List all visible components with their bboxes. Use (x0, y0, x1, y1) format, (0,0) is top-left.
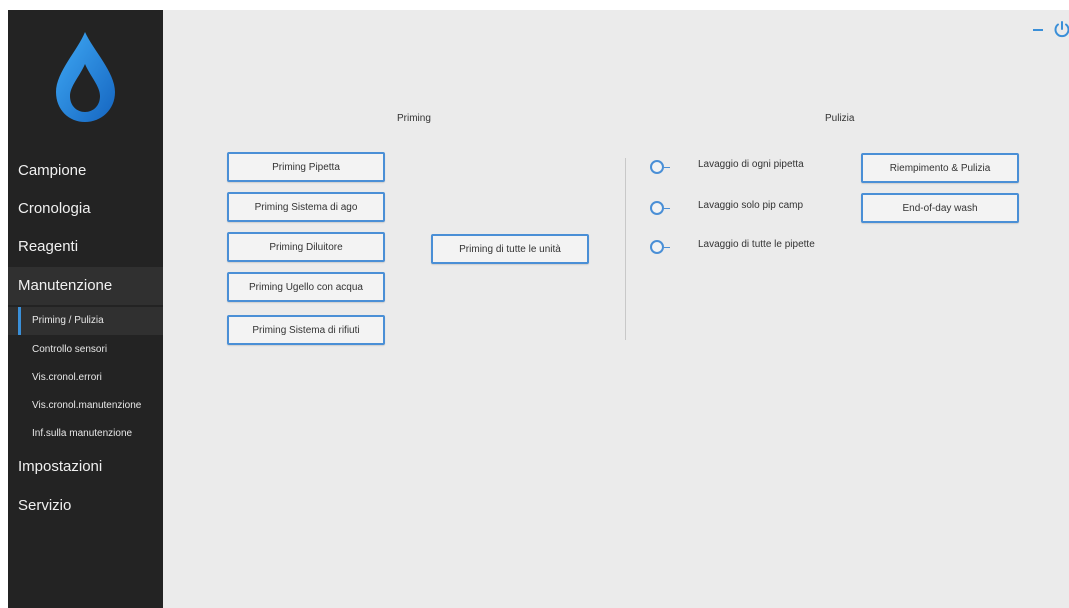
priming-sistema-rifiuti-button[interactable]: Priming Sistema di rifiuti (227, 315, 385, 345)
priming-tutte-unita-button[interactable]: Priming di tutte le unità (431, 234, 589, 264)
priming-section-title: Priming (397, 113, 431, 124)
nav-item-impostazioni[interactable]: Impostazioni (8, 448, 163, 486)
submenu-item-vis-cronol-errori[interactable]: Vis.cronol.errori (8, 364, 163, 392)
priming-diluitore-button[interactable]: Priming Diluitore (227, 232, 385, 262)
radio-circle[interactable] (650, 201, 664, 215)
priming-sistema-ago-button[interactable]: Priming Sistema di ago (227, 192, 385, 222)
section-divider (625, 158, 626, 340)
power-icon[interactable] (1053, 20, 1069, 38)
pulizia-section-title: Pulizia (825, 113, 855, 124)
submenu-item-vis-cronol-manutenzione[interactable]: Vis.cronol.manutenzione (8, 392, 163, 420)
minimize-icon[interactable] (1031, 22, 1047, 38)
end-of-day-wash-button[interactable]: End-of-day wash (861, 193, 1019, 223)
priming-ugello-acqua-button[interactable]: Priming Ugello con acqua (227, 272, 385, 302)
radio-label: Lavaggio di tutte le pipette (698, 239, 815, 250)
radio-option-lavaggio-solo-pip-camp[interactable]: Lavaggio solo pip camp (650, 200, 850, 220)
riempimento-pulizia-button[interactable]: Riempimento & Pulizia (861, 153, 1019, 183)
nav-item-reagenti[interactable]: Reagenti (8, 228, 163, 266)
radio-option-lavaggio-tutte-pipette[interactable]: Lavaggio di tutte le pipette (650, 239, 850, 259)
submenu-item-controllo-sensori[interactable]: Controllo sensori (8, 336, 163, 364)
nav-item-cronologia[interactable]: Cronologia (8, 190, 163, 228)
nav-item-campione[interactable]: Campione (8, 152, 163, 190)
submenu-item-inf-manutenzione[interactable]: Inf.sulla manutenzione (8, 420, 163, 448)
radio-option-lavaggio-ogni-pipetta[interactable]: Lavaggio di ogni pipetta (650, 159, 850, 179)
app-window: Campione Cronologia Reagenti Manutenzion… (8, 10, 1069, 608)
radio-circle[interactable] (650, 240, 664, 254)
sidebar: Campione Cronologia Reagenti Manutenzion… (8, 10, 163, 608)
submenu-item-priming-pulizia[interactable]: Priming / Pulizia (8, 307, 163, 335)
nav-item-manutenzione[interactable]: Manutenzione (8, 267, 163, 305)
radio-circle[interactable] (650, 160, 664, 174)
radio-label: Lavaggio solo pip camp (698, 200, 804, 211)
main-panel: Priming Priming Pipetta Priming Sistema … (163, 10, 1069, 608)
radio-label: Lavaggio di ogni pipetta (698, 159, 804, 170)
priming-pipetta-button[interactable]: Priming Pipetta (227, 152, 385, 182)
water-drop-icon (56, 32, 115, 122)
nav-item-servizio[interactable]: Servizio (8, 487, 163, 525)
